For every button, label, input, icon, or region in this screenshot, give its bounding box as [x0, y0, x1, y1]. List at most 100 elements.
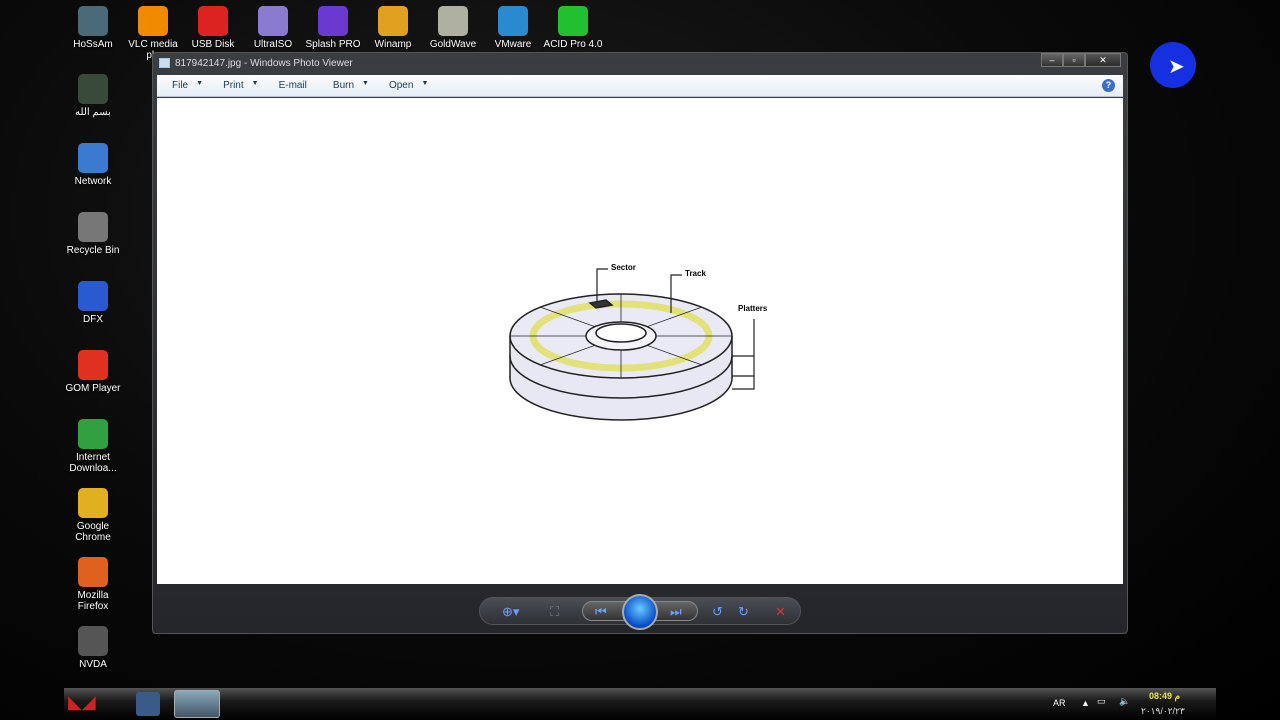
language-indicator[interactable]: AR	[1053, 698, 1066, 708]
app-icon	[498, 6, 528, 36]
show-hidden-icon[interactable]: ▲	[1081, 698, 1090, 708]
chevron-down-icon: ▼	[421, 80, 429, 87]
desktop-icon-label: GoldWave	[429, 39, 477, 50]
desktop-icon-label: DFX	[83, 314, 103, 325]
desktop-icon[interactable]: HoSsAm	[61, 6, 125, 50]
desktop-icon-label: NVDA	[79, 659, 107, 670]
fit-window-icon[interactable]: ⛶	[550, 604, 559, 620]
app-icon	[78, 74, 108, 104]
desktop-icon[interactable]: UltraISO	[241, 6, 305, 50]
app-icon	[78, 419, 108, 449]
photo-viewer-icon	[159, 58, 170, 68]
desktop-icon[interactable]: DFX	[61, 281, 125, 325]
hard-disk-diagram: Sector Track Platters	[509, 263, 768, 421]
desktop-icon[interactable]: ACID Pro 4.0	[541, 6, 605, 50]
desktop-icon-label: UltraISO	[253, 39, 293, 50]
app-icon	[78, 281, 108, 311]
desktop-icon-label: Mozilla Firefox	[77, 590, 109, 612]
window-title: 817942147.jpg - Windows Photo Viewer	[175, 58, 353, 69]
clock-date[interactable]: ٢٠١٩/٠٢/٢٣	[1141, 706, 1185, 717]
desktop-icon[interactable]: NVDA	[61, 626, 125, 670]
app-icon	[558, 6, 588, 36]
menu-label: Burn	[332, 80, 355, 91]
app-icon	[378, 6, 408, 36]
app-icon	[438, 6, 468, 36]
menu-label: Open	[388, 80, 414, 91]
menu-open[interactable]: Open ▼	[389, 80, 428, 91]
desktop-icon[interactable]: USB Disk	[181, 6, 245, 50]
app-icon	[318, 6, 348, 36]
desktop-icon-label: Splash PRO	[305, 39, 361, 50]
chevron-down-icon: ▼	[362, 80, 369, 87]
desktop-icon-label: Internet Downloa...	[69, 452, 117, 474]
app-icon	[78, 626, 108, 656]
desktop-icon-label: بسم الله	[75, 107, 111, 118]
app-icon	[78, 143, 108, 173]
title-bar[interactable]: 817942147.jpg - Windows Photo Viewer – ▫…	[153, 53, 1127, 75]
desktop-icon[interactable]: Internet Downloa...	[61, 419, 125, 474]
desktop-icon[interactable]: Splash PRO	[301, 6, 365, 50]
zoom-icon[interactable]: ⊕▾	[502, 604, 519, 620]
cursor-highlight: ➤	[1150, 42, 1196, 88]
image-canvas: Sector Track Platters	[157, 98, 1123, 584]
desktop-icon[interactable]: GoldWave	[421, 6, 485, 50]
menu-file[interactable]: File ▼	[172, 80, 203, 91]
mouse-pointer-icon: ➤	[1168, 56, 1185, 78]
desktop-icon[interactable]: Recycle Bin	[61, 212, 125, 256]
taskbar-app-photo-viewer[interactable]	[174, 690, 220, 718]
menu-label: Print	[223, 80, 244, 91]
desktop-icon-label: USB Disk	[191, 39, 235, 50]
menu-email[interactable]: E-mail	[279, 80, 307, 91]
menu-print[interactable]: Print ▼	[223, 80, 259, 91]
app-icon	[78, 6, 108, 36]
platters-label: Platters	[738, 304, 768, 313]
app-icon	[78, 212, 108, 242]
app-icon	[138, 6, 168, 36]
taskbar: ◣◢ AR ▲ ▭ 🔈 08:49 م ٢٠١٩/٠٢/٢٣	[64, 688, 1216, 720]
desktop-icon-label: Recycle Bin	[66, 245, 120, 256]
desktop-icon-label: Google Chrome	[75, 521, 111, 543]
desktop-icon-label: Network	[74, 176, 112, 187]
previous-icon[interactable]: ⏮	[595, 604, 607, 620]
minimize-button[interactable]: –	[1041, 53, 1063, 67]
desktop-icon-label: VMware	[494, 39, 532, 50]
desktop-icon[interactable]: VMware	[481, 6, 545, 50]
delete-icon[interactable]: ✕	[775, 604, 786, 620]
desktop-icon-label: ACID Pro 4.0	[543, 39, 603, 50]
slideshow-button[interactable]	[622, 594, 658, 630]
menu-label: E-mail	[278, 80, 307, 91]
rotate-right-icon[interactable]: ↻	[738, 604, 749, 620]
rotate-left-icon[interactable]: ↺	[712, 604, 723, 620]
track-label: Track	[685, 269, 706, 278]
system-tray: AR ▲ ▭ 🔈 08:49 م ٢٠١٩/٠٢/٢٣	[1021, 688, 1216, 720]
desktop-icon[interactable]: بسم الله	[61, 74, 125, 118]
desktop-icon-label: GOM Player	[65, 383, 121, 394]
desktop-icon[interactable]: Winamp	[361, 6, 425, 50]
help-icon[interactable]: ?	[1102, 79, 1115, 92]
viewer-toolbar: ⊕▾ ⛶ ⏮ ⏭ ↺ ↻ ✕	[479, 594, 801, 630]
sector-label: Sector	[611, 263, 636, 272]
desktop-icon[interactable]: Google Chrome	[61, 488, 125, 543]
photo-viewer-window: 817942147.jpg - Windows Photo Viewer – ▫…	[152, 52, 1128, 634]
app-icon	[78, 557, 108, 587]
start-button[interactable]: ◣◢	[68, 692, 130, 718]
network-icon[interactable]: ▭	[1097, 696, 1106, 707]
maximize-button[interactable]: ▫	[1063, 53, 1085, 67]
next-icon[interactable]: ⏭	[670, 604, 682, 620]
desktop-icon[interactable]: GOM Player	[61, 350, 125, 394]
desktop-icon-label: HoSsAm	[73, 39, 113, 50]
app-icon	[78, 350, 108, 380]
menu-bar: File ▼ Print ▼ E-mail Burn ▼ Open ▼ ?	[157, 75, 1123, 97]
volume-icon[interactable]: 🔈	[1119, 696, 1130, 707]
chevron-down-icon: ▼	[251, 80, 259, 87]
desktop-icon[interactable]: Mozilla Firefox	[61, 557, 125, 612]
desktop-icon[interactable]: Network	[61, 143, 125, 187]
clock-time[interactable]: 08:49 م	[1149, 691, 1180, 702]
app-icon	[78, 488, 108, 518]
menu-burn[interactable]: Burn ▼	[333, 80, 369, 91]
close-button[interactable]: ✕	[1085, 53, 1121, 67]
app-icon	[198, 6, 228, 36]
app-icon	[258, 6, 288, 36]
taskbar-app-explorer[interactable]	[136, 692, 160, 716]
menu-label: File	[172, 80, 189, 91]
